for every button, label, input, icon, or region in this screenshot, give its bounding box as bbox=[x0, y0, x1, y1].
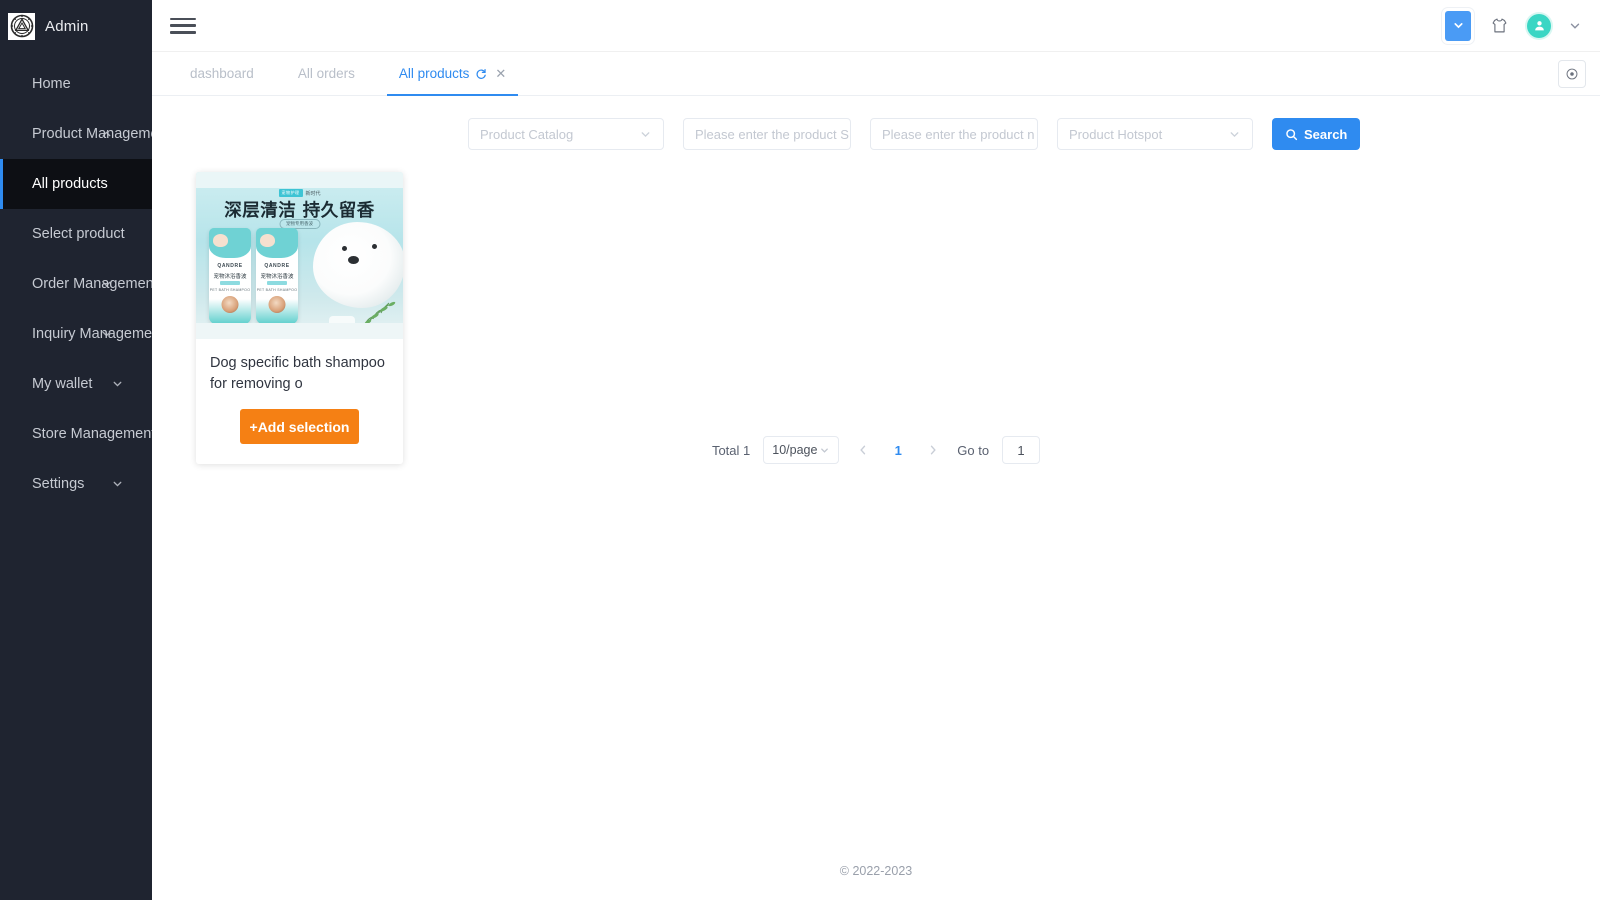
pagination: Total 1 10/page 1 Go to bbox=[152, 436, 1600, 464]
chevron-down-icon bbox=[1228, 128, 1241, 141]
bottle-brand: QANDRE bbox=[264, 263, 290, 269]
product-catalog-placeholder: Product Catalog bbox=[480, 126, 574, 142]
user-menu-chevron-down-icon[interactable] bbox=[1568, 19, 1582, 33]
settings-gear-icon[interactable] bbox=[1558, 59, 1586, 88]
sidebar-item-home[interactable]: Home bbox=[0, 59, 152, 109]
next-page-button[interactable] bbox=[922, 439, 944, 461]
filter-bar: Product Catalog Please enter the product… bbox=[152, 96, 1600, 150]
content-area: Product Catalog Please enter the product… bbox=[152, 96, 1600, 900]
sidebar-item-settings[interactable]: Settings bbox=[0, 459, 152, 509]
tab-dashboard[interactable]: dashboard bbox=[168, 52, 276, 95]
product-grid: 宠物护理 新时代 深层清洁 持久留香 宠物专用香波 QANDRE 宠物沐浴香波 … bbox=[152, 150, 1600, 464]
sidebar-item-label: Home bbox=[32, 76, 71, 92]
product-name-input[interactable]: Please enter the product n bbox=[870, 118, 1038, 150]
tab-all-orders[interactable]: All orders bbox=[276, 52, 377, 95]
chevron-down-icon bbox=[819, 445, 830, 456]
total-label: Total 1 bbox=[711, 442, 751, 458]
product-image-tag: 宠物护理 新时代 bbox=[278, 189, 321, 197]
product-card[interactable]: 宠物护理 新时代 深层清洁 持久留香 宠物专用香波 QANDRE 宠物沐浴香波 … bbox=[196, 172, 403, 464]
product-title: Dog specific bath shampoo for removing o bbox=[210, 355, 385, 392]
page-size-select[interactable]: 10/page bbox=[763, 436, 840, 464]
brand-name: Admin bbox=[45, 17, 89, 35]
goto-label: Go to bbox=[957, 442, 990, 458]
sidebar: Admin Home Product Management All produc… bbox=[0, 0, 171, 900]
t-shirt-icon[interactable] bbox=[1488, 15, 1510, 37]
sidebar-item-label: All products bbox=[32, 176, 108, 192]
emblem-logo-icon bbox=[8, 12, 35, 40]
product-catalog-select[interactable]: Product Catalog bbox=[468, 118, 664, 150]
sidebar-item-my-wallet[interactable]: My wallet bbox=[0, 359, 152, 409]
bottle-cn-text: 宠物沐浴香波 bbox=[213, 274, 247, 280]
sidebar-item-label: Select product bbox=[32, 226, 125, 242]
bottle-en-text: PET BATH SHAMPOO bbox=[209, 288, 251, 292]
refresh-icon[interactable] bbox=[475, 68, 487, 80]
search-button-label: Search bbox=[1304, 126, 1348, 142]
goto-input[interactable] bbox=[1002, 436, 1041, 464]
page-number-1[interactable]: 1 bbox=[887, 443, 909, 458]
chevron-down-icon bbox=[1453, 23, 1463, 29]
prev-page-button[interactable] bbox=[852, 439, 874, 461]
close-icon[interactable]: ✕ bbox=[495, 66, 506, 82]
user-avatar-icon[interactable] bbox=[1527, 13, 1551, 38]
sidebar-item-label: Settings bbox=[32, 476, 85, 492]
sidebar-item-all-products[interactable]: All products bbox=[0, 159, 152, 209]
shampoo-bottle: QANDRE 宠物沐浴香波 PET BATH SHAMPOO bbox=[256, 228, 298, 324]
bottle-brand: QANDRE bbox=[217, 263, 243, 269]
topbar bbox=[152, 0, 1600, 52]
tab-all-products[interactable]: All products ✕ bbox=[377, 52, 528, 96]
sidebar-item-label: My wallet bbox=[32, 376, 93, 392]
product-hotspot-select[interactable]: Product Hotspot bbox=[1057, 118, 1253, 150]
sidebar-item-label: Order Management bbox=[32, 276, 158, 292]
sidebar-item-store-management[interactable]: Store Management bbox=[0, 409, 156, 459]
main-area: dashboard All orders All products ✕ Prod… bbox=[152, 0, 1600, 900]
chevron-up-icon bbox=[100, 128, 113, 141]
bottle-en-text: PET BATH SHAMPOO bbox=[256, 288, 298, 292]
bottle-cn-text: 宠物沐浴香波 bbox=[260, 274, 294, 280]
product-image-tag-badge: 宠物护理 bbox=[278, 189, 303, 197]
product-sku-input[interactable]: Please enter the product SI bbox=[683, 118, 851, 150]
sidebar-item-product-management[interactable]: Product Management bbox=[0, 109, 171, 159]
sidebar-item-label: Inquiry Management bbox=[32, 326, 165, 342]
tab-label: dashboard bbox=[190, 66, 254, 81]
page-size-value: 10/page bbox=[772, 443, 818, 457]
brand[interactable]: Admin bbox=[0, 0, 152, 52]
product-card-body: Dog specific bath shampoo for removing o bbox=[196, 339, 403, 395]
tab-label: All products bbox=[398, 66, 470, 81]
chevron-down-icon bbox=[100, 278, 113, 291]
product-image: 宠物护理 新时代 深层清洁 持久留香 宠物专用香波 QANDRE 宠物沐浴香波 … bbox=[196, 172, 403, 339]
chevron-down-icon bbox=[639, 128, 652, 141]
chevron-down-icon bbox=[100, 328, 113, 341]
tab-list: dashboard All orders All products ✕ bbox=[168, 52, 528, 96]
product-sku-placeholder: Please enter the product SI bbox=[695, 126, 851, 142]
topbar-actions bbox=[1445, 10, 1582, 41]
puppy-photo bbox=[313, 222, 403, 308]
sidebar-item-order-management[interactable]: Order Management bbox=[0, 259, 158, 309]
chevron-down-icon bbox=[111, 378, 124, 391]
search-button[interactable]: Search bbox=[1272, 118, 1361, 150]
sidebar-item-select-product[interactable]: Select product bbox=[0, 209, 152, 259]
footer-copyright: © 2022-2023 bbox=[839, 864, 913, 878]
tabbar: dashboard All orders All products ✕ bbox=[152, 52, 1600, 96]
sidebar-item-label: Store Management bbox=[32, 426, 156, 442]
hamburger-icon[interactable] bbox=[170, 16, 196, 36]
product-image-tag-text: 新时代 bbox=[305, 190, 321, 197]
product-name-placeholder: Please enter the product n bbox=[882, 126, 1035, 142]
chevron-down-icon bbox=[111, 478, 124, 491]
product-hotspot-placeholder: Product Hotspot bbox=[1069, 126, 1163, 142]
tabbar-actions bbox=[1558, 52, 1586, 95]
shampoo-bottle: QANDRE 宠物沐浴香波 PET BATH SHAMPOO bbox=[209, 228, 251, 324]
sidebar-nav: Home Product Management All products Sel… bbox=[0, 52, 171, 509]
tab-label: All orders bbox=[297, 66, 355, 81]
app-root: Admin Home Product Management All produc… bbox=[0, 0, 1600, 900]
language-switch-button[interactable] bbox=[1445, 10, 1471, 41]
sidebar-item-inquiry-management[interactable]: Inquiry Management bbox=[0, 309, 164, 359]
search-icon bbox=[1286, 128, 1298, 140]
